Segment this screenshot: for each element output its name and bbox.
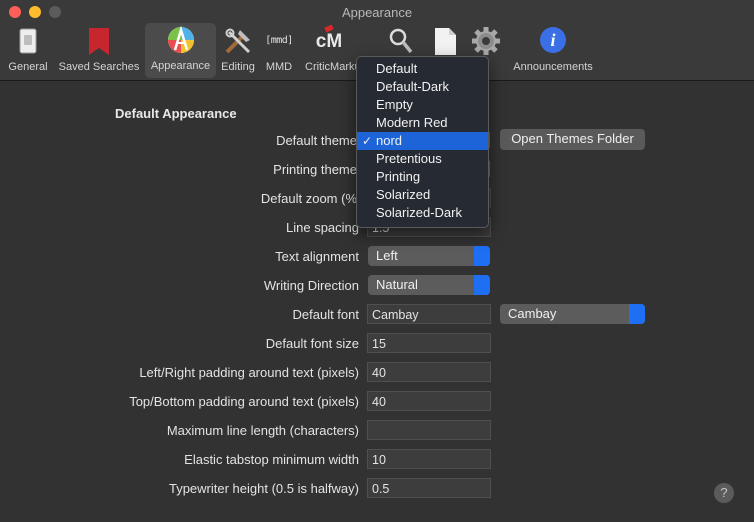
toolbar-criticmarkup[interactable]: cM CriticMarkup	[302, 24, 356, 78]
menu-item-empty[interactable]: Empty	[357, 96, 488, 114]
preferences-window: Appearance General Saved Searches Appear…	[0, 0, 754, 522]
toolbar-mmd[interactable]: [mmd] MMD	[261, 24, 297, 78]
menu-item-nord[interactable]: ✓ nord	[357, 132, 488, 150]
typewriter-height-label: Typewriter height (0.5 is halfway)	[168, 481, 359, 496]
default-theme-label: Default theme	[276, 133, 357, 148]
font-size-field[interactable]: 15	[367, 333, 491, 353]
chevron-updown-icon	[629, 304, 645, 324]
help-button[interactable]: ?	[714, 483, 734, 503]
chevron-updown-icon	[474, 275, 490, 295]
typewriter-height-field[interactable]: 0.5	[367, 478, 491, 498]
toolbar-saved-searches[interactable]: Saved Searches	[55, 24, 143, 78]
criticmarkup-icon-text: cM	[315, 31, 343, 52]
text-alignment-label: Text alignment	[275, 249, 359, 264]
default-font-popup-value: Cambay	[508, 306, 557, 321]
toolbar-editing[interactable]: Editing	[218, 24, 258, 78]
tb-padding-field[interactable]: 40	[367, 391, 491, 411]
document-icon	[430, 26, 460, 56]
menu-item-default-dark[interactable]: Default-Dark	[357, 78, 488, 96]
max-line-length-label: Maximum line length (characters)	[166, 423, 359, 438]
mmd-icon-text: [mmd]	[265, 35, 293, 46]
max-line-length-field[interactable]	[367, 420, 491, 440]
toolbar-mmd-label: MMD	[265, 61, 293, 73]
tools-icon	[223, 26, 253, 56]
gear-icon	[471, 26, 501, 56]
line-spacing-label: Line spacing	[286, 220, 359, 235]
info-icon-glyph: i	[540, 27, 566, 53]
window-title: Appearance	[341, 5, 413, 20]
toolbar-editing-label: Editing	[221, 61, 255, 73]
menu-item-solarized-dark[interactable]: Solarized-Dark	[357, 204, 488, 222]
info-icon: i	[538, 26, 568, 56]
bookmark-icon	[84, 26, 114, 56]
text-alignment-popup[interactable]: Left	[368, 246, 490, 266]
chevron-updown-icon	[474, 246, 490, 266]
lr-padding-field[interactable]: 40	[367, 362, 491, 382]
theme-dropdown-menu: Default Default-Dark Empty Modern Red ✓ n…	[356, 56, 489, 228]
section-title: Default Appearance	[115, 106, 237, 121]
toolbar-appearance-label: Appearance	[150, 60, 211, 72]
lr-padding-label: Left/Right padding around text (pixels)	[139, 365, 359, 380]
default-font-field[interactable]: Cambay	[367, 304, 491, 324]
writing-direction-popup[interactable]: Natural	[368, 275, 490, 295]
menu-item-printing[interactable]: Printing	[357, 168, 488, 186]
default-zoom-label: Default zoom (%	[260, 191, 357, 206]
criticmarkup-icon: cM	[314, 24, 344, 56]
default-font-popup[interactable]: Cambay	[500, 304, 645, 324]
magnifier-icon	[386, 26, 416, 56]
text-alignment-value: Left	[376, 248, 398, 263]
toolbar-saved-searches-label: Saved Searches	[58, 61, 140, 73]
menu-item-modern-red[interactable]: Modern Red	[357, 114, 488, 132]
toolbar-general[interactable]: General	[4, 24, 52, 78]
elastic-tabstop-field[interactable]: 10	[367, 449, 491, 469]
toolbar-appearance[interactable]: Appearance	[145, 23, 216, 78]
font-size-label: Default font size	[265, 336, 359, 351]
palette-icon	[166, 25, 196, 55]
checkmark-icon: ✓	[362, 134, 373, 148]
switch-icon	[13, 26, 43, 56]
open-themes-folder-button[interactable]: Open Themes Folder	[500, 129, 645, 150]
toolbar-criticmarkup-label: CriticMarkup	[305, 61, 356, 73]
menu-item-default[interactable]: Default	[357, 60, 488, 78]
printing-theme-label: Printing theme	[273, 162, 357, 177]
writing-direction-label: Writing Direction	[263, 278, 359, 293]
tb-padding-label: Top/Bottom padding around text (pixels)	[129, 394, 359, 409]
toolbar-general-label: General	[8, 61, 48, 73]
mmd-icon: [mmd]	[261, 26, 297, 56]
toolbar-announcements[interactable]: i Announcements	[508, 24, 598, 78]
toolbar-announcements-label: Announcements	[513, 61, 593, 73]
elastic-tabstop-label: Elastic tabstop minimum width	[184, 452, 359, 467]
writing-direction-value: Natural	[376, 277, 418, 292]
menu-item-solarized[interactable]: Solarized	[357, 186, 488, 204]
default-font-label: Default font	[292, 307, 360, 322]
menu-item-pretentious[interactable]: Pretentious	[357, 150, 488, 168]
